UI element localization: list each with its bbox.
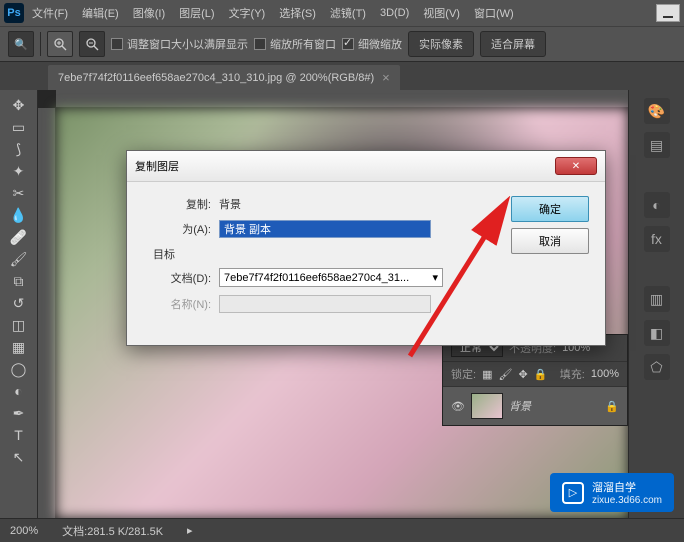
magic-wand-tool[interactable]: ✦ bbox=[6, 160, 32, 182]
lock-label: 锁定: bbox=[451, 366, 476, 382]
menu-layer[interactable]: 图层(L) bbox=[173, 1, 220, 25]
dialog-titlebar[interactable]: 复制图层 ✕ bbox=[127, 151, 605, 182]
adjustments-panel-icon[interactable]: ◐ bbox=[644, 192, 670, 218]
destination-section-label: 目标 bbox=[153, 246, 499, 262]
lock-icon: 🔒 bbox=[605, 400, 619, 413]
panel-dock: 🎨 ▤ ◐ fx ▥ ◧ ⬠ bbox=[628, 90, 684, 518]
menu-image[interactable]: 图像(I) bbox=[127, 1, 171, 25]
history-brush-tool[interactable]: ↺ bbox=[6, 292, 32, 314]
channels-panel-icon[interactable]: ◧ bbox=[644, 320, 670, 346]
fit-screen-button[interactable]: 适合屏幕 bbox=[480, 31, 546, 57]
dialog-title: 复制图层 bbox=[135, 158, 179, 174]
document-tab-bar: 7ebe7f74f2f0116eef658ae270c4_310_310.jpg… bbox=[0, 62, 684, 90]
duplicate-layer-dialog: 复制图层 ✕ 复制: 背景 为(A): 目标 文档(D): 7ebe7f74f2… bbox=[126, 150, 606, 346]
tools-panel: ✥ ▭ ⟆ ✦ ✂ 💧 🩹 🖌 ⧉ ↺ ◫ ▦ ◯ ◐ ✒ T ↖ bbox=[0, 90, 38, 518]
watermark: ▷ 溜溜自学 zixue.3d66.com bbox=[550, 473, 674, 512]
document-select-value: 7ebe7f74f2f0116eef658ae270c4_31... bbox=[224, 272, 409, 284]
type-tool[interactable]: T bbox=[6, 424, 32, 446]
resize-window-label: 调整窗口大小以满屏显示 bbox=[127, 36, 248, 52]
document-tab-title: 7ebe7f74f2f0116eef658ae270c4_310_310.jpg… bbox=[58, 72, 374, 84]
visibility-eye-icon[interactable]: 👁 bbox=[451, 400, 465, 413]
lock-position-icon[interactable]: ✥ bbox=[518, 368, 527, 381]
layer-name: 背景 bbox=[509, 398, 531, 414]
copy-label: 复制: bbox=[143, 196, 219, 212]
path-tool[interactable]: ↖ bbox=[6, 446, 32, 468]
crop-tool[interactable]: ✂ bbox=[6, 182, 32, 204]
lock-image-icon[interactable]: 🖌 bbox=[498, 368, 512, 381]
scrubby-zoom-checkbox[interactable]: 细微缩放 bbox=[342, 36, 402, 52]
ok-button[interactable]: 确定 bbox=[511, 196, 589, 222]
swatches-panel-icon[interactable]: ▤ bbox=[644, 132, 670, 158]
cancel-button[interactable]: 取消 bbox=[511, 228, 589, 254]
move-tool[interactable]: ✥ bbox=[6, 94, 32, 116]
zoom-all-label: 缩放所有窗口 bbox=[270, 36, 336, 52]
name-input bbox=[219, 295, 431, 313]
watermark-url: zixue.3d66.com bbox=[592, 495, 662, 506]
ruler-horizontal[interactable] bbox=[56, 90, 628, 108]
brush-tool[interactable]: 🖌 bbox=[6, 248, 32, 270]
zoom-all-checkbox[interactable]: 缩放所有窗口 bbox=[254, 36, 336, 52]
fill-label: 填充: bbox=[560, 366, 585, 382]
menu-view[interactable]: 视图(V) bbox=[417, 1, 466, 25]
layer-thumbnail[interactable] bbox=[471, 393, 503, 419]
gradient-tool[interactable]: ▦ bbox=[6, 336, 32, 358]
menu-edit[interactable]: 编辑(E) bbox=[76, 1, 125, 25]
menu-3d[interactable]: 3D(D) bbox=[374, 3, 415, 23]
layers-panel-icon[interactable]: ▥ bbox=[644, 286, 670, 312]
status-menu-arrow-icon[interactable]: ▸ bbox=[187, 524, 193, 537]
lasso-tool[interactable]: ⟆ bbox=[6, 138, 32, 160]
app-logo: Ps bbox=[4, 3, 24, 23]
zoom-out-icon[interactable] bbox=[79, 31, 105, 57]
layer-row-background[interactable]: 👁 背景 🔒 bbox=[443, 386, 627, 425]
styles-panel-icon[interactable]: fx bbox=[644, 226, 670, 252]
status-bar: 200% 文档:281.5 K/281.5K ▸ bbox=[0, 518, 684, 542]
name-label: 名称(N): bbox=[143, 296, 219, 312]
pen-tool[interactable]: ✒ bbox=[6, 402, 32, 424]
window-minimize-button[interactable] bbox=[656, 4, 680, 22]
as-label: 为(A): bbox=[143, 221, 219, 237]
menu-select[interactable]: 选择(S) bbox=[273, 1, 322, 25]
dropdown-arrow-icon: ▾ bbox=[432, 271, 438, 284]
menu-file[interactable]: 文件(F) bbox=[26, 1, 74, 25]
watermark-title: 溜溜自学 bbox=[592, 479, 662, 495]
dodge-tool[interactable]: ◐ bbox=[6, 380, 32, 402]
as-name-input[interactable] bbox=[219, 220, 431, 238]
marquee-tool[interactable]: ▭ bbox=[6, 116, 32, 138]
menu-bar: Ps 文件(F) 编辑(E) 图像(I) 图层(L) 文字(Y) 选择(S) 滤… bbox=[0, 0, 684, 26]
eraser-tool[interactable]: ◫ bbox=[6, 314, 32, 336]
zoom-level[interactable]: 200% bbox=[10, 525, 38, 537]
tool-preset-icon[interactable]: 🔍 bbox=[8, 31, 34, 57]
document-info[interactable]: 文档:281.5 K/281.5K bbox=[62, 523, 163, 539]
document-tab[interactable]: 7ebe7f74f2f0116eef658ae270c4_310_310.jpg… bbox=[48, 65, 400, 90]
lock-transparency-icon[interactable]: ▦ bbox=[482, 368, 492, 381]
ruler-vertical[interactable] bbox=[38, 108, 56, 518]
tab-close-icon[interactable]: × bbox=[382, 70, 390, 85]
play-icon: ▷ bbox=[562, 482, 584, 504]
menu-window[interactable]: 窗口(W) bbox=[468, 1, 520, 25]
document-select[interactable]: 7ebe7f74f2f0116eef658ae270c4_31... ▾ bbox=[219, 268, 443, 287]
menu-type[interactable]: 文字(Y) bbox=[223, 1, 272, 25]
paths-panel-icon[interactable]: ⬠ bbox=[644, 354, 670, 380]
clone-stamp-tool[interactable]: ⧉ bbox=[6, 270, 32, 292]
resize-window-checkbox[interactable]: 调整窗口大小以满屏显示 bbox=[111, 36, 248, 52]
eyedropper-tool[interactable]: 💧 bbox=[6, 204, 32, 226]
zoom-in-icon[interactable] bbox=[47, 31, 73, 57]
copy-source-value: 背景 bbox=[219, 196, 241, 212]
document-label: 文档(D): bbox=[143, 270, 219, 286]
healing-brush-tool[interactable]: 🩹 bbox=[6, 226, 32, 248]
layers-panel: 正常 不透明度: 100% 锁定: ▦ 🖌 ✥ 🔒 填充: 100% 👁 背景 … bbox=[442, 334, 628, 426]
options-bar: 🔍 调整窗口大小以满屏显示 缩放所有窗口 细微缩放 实际像素 适合屏幕 bbox=[0, 26, 684, 62]
lock-all-icon[interactable]: 🔒 bbox=[534, 368, 548, 381]
actual-pixels-button[interactable]: 实际像素 bbox=[408, 31, 474, 57]
scrubby-zoom-label: 细微缩放 bbox=[358, 36, 402, 52]
fill-value[interactable]: 100% bbox=[591, 368, 619, 380]
blur-tool[interactable]: ◯ bbox=[6, 358, 32, 380]
menu-filter[interactable]: 滤镜(T) bbox=[324, 1, 372, 25]
dialog-close-button[interactable]: ✕ bbox=[555, 157, 597, 175]
color-panel-icon[interactable]: 🎨 bbox=[644, 98, 670, 124]
